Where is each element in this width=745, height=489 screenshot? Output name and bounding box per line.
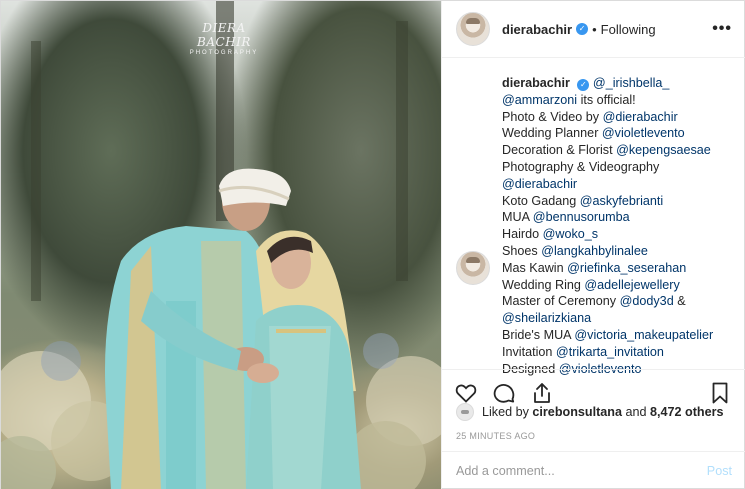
caption-mention-link[interactable]: @ammarzoni [502,93,577,107]
post-timestamp[interactable]: 25 MINUTES AGO [456,431,535,441]
caption-mention-link[interactable]: @riefinka_seserahan [567,261,686,275]
caption-text-segment: Wedding Ring [502,277,585,292]
caption-mention-link[interactable]: @kepengsaesae [616,143,711,157]
caption-text-segment: Bride's MUA [502,327,575,342]
caption-mention-link[interactable]: @_irishbella_ [593,76,670,90]
post-sidebar: dierabachir ✓ • Following ••• dierabachi… [441,1,745,489]
caption-text: dierabachir ✓ @_irishbella_ @ammarzoni it… [502,75,713,377]
likes-middle: and [621,405,650,419]
caption-mention-link[interactable]: @sheilarizkiana [502,311,591,325]
caption-mention-link[interactable]: @askyfebrianti [580,194,663,208]
caption-mention-link[interactable]: @dierabachir [603,110,678,124]
caption-avatar[interactable] [456,251,490,285]
caption-text-segment: MUA [502,210,533,225]
heart-icon[interactable] [454,381,478,405]
caption-text-segment: its official! [577,92,636,107]
likes-summary: Liked by cirebonsultana and 8,472 others [456,403,724,421]
caption-text-segment: Wedding Planner [502,126,602,141]
caption-text-segment: Photo & Video by [502,109,603,124]
liker-avatar[interactable] [456,403,474,421]
instagram-post: DIERA BACHIR PHOTOGRAPHY dierabachir ✓ •… [0,0,745,489]
likes-prefix: Liked by [482,405,533,419]
verified-badge-icon: ✓ [577,79,590,91]
more-options-icon[interactable]: ••• [712,20,732,38]
caption-text-segment: Invitation [502,344,556,359]
likes-count[interactable]: 8,472 others [650,405,724,419]
caption-area: dierabachir ✓ @_irishbella_ @ammarzoni it… [442,59,745,376]
caption-mention-link[interactable]: @woko_s [543,227,599,241]
caption-text-segment: Master of Ceremony [502,294,620,309]
caption-text-segment: Photography & Videography [502,159,660,174]
caption-text-segment: Decoration & Florist [502,143,617,158]
bookmark-icon[interactable] [708,381,732,405]
share-icon[interactable] [530,381,554,405]
photographer-watermark: DIERA BACHIR PHOTOGRAPHY [179,21,269,56]
post-button[interactable]: Post [707,464,732,478]
caption-mention-link[interactable]: @langkahbylinalee [541,244,648,258]
header-separator: • [592,21,597,37]
caption-text-segment: Hairdo [502,227,543,242]
caption-mention-link[interactable]: @dody3d [620,294,674,308]
verified-badge-icon: ✓ [576,23,589,35]
watermark-title: DIERA BACHIR [197,21,251,49]
caption-username[interactable]: dierabachir [502,76,570,90]
post-header: dierabachir ✓ • Following ••• [442,1,745,58]
comment-icon[interactable] [492,381,516,405]
caption-text-segment: & [673,294,686,309]
following-button[interactable]: Following [601,22,656,37]
caption-mention-link[interactable]: @violetlevento [602,126,685,140]
caption-mention-link[interactable]: @victoria_makeupatelier [574,328,713,342]
caption-mention-link[interactable]: @trikarta_invitation [556,345,664,359]
comment-input[interactable] [456,464,707,478]
caption-mention-link[interactable]: @bennusorumba [533,210,630,224]
caption-text-segment: Shoes [502,243,542,258]
watermark-subtitle: PHOTOGRAPHY [189,50,259,56]
caption-text-segment: Mas Kawin [502,260,568,275]
header-username[interactable]: dierabachir [502,22,572,37]
profile-avatar[interactable] [456,12,490,46]
post-photo[interactable]: DIERA BACHIR PHOTOGRAPHY [1,1,441,489]
caption-mention-link[interactable]: @dierabachir [502,177,577,191]
wedding-couple-illustration [1,1,441,489]
caption-text-segment: Koto Gadang [502,193,580,208]
caption-mention-link[interactable]: @adellejewellery [584,278,679,292]
comment-bar: Post [442,451,745,489]
likes-user[interactable]: cirebonsultana [532,405,622,419]
